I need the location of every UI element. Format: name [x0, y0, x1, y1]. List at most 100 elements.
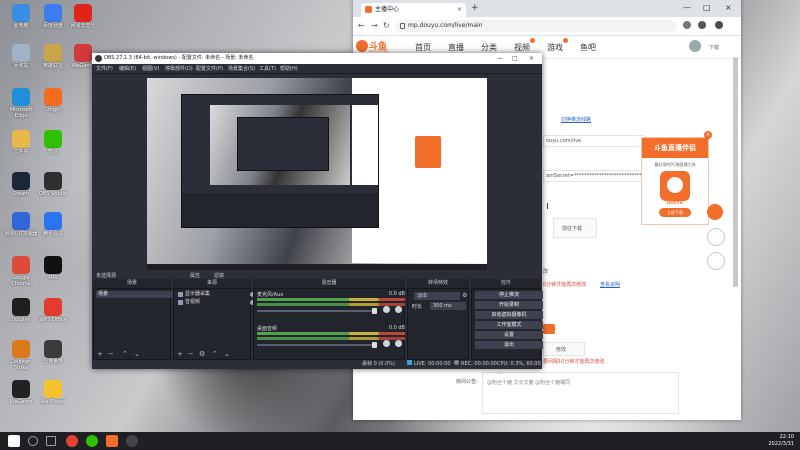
gear-icon[interactable] [395, 340, 402, 347]
obs-minimize-icon[interactable]: — [497, 53, 503, 64]
exit-button[interactable]: 退出 [475, 341, 543, 349]
start-taskbar-icon[interactable] [8, 435, 20, 447]
desktop-icon[interactable]: Origin [36, 88, 70, 113]
wechat-taskbar-icon[interactable] [86, 435, 98, 447]
obs-maximize-icon[interactable]: □ [512, 53, 518, 64]
browser-tab[interactable]: 主播中心 × [361, 3, 466, 17]
menu-tools[interactable]: 工具(T) [259, 65, 276, 72]
studio-mode-button[interactable]: 工作室模式 [475, 321, 543, 329]
obs-close-icon[interactable]: × [529, 53, 534, 64]
menu-docks[interactable]: 停靠部件(D) [165, 65, 193, 72]
nav-game[interactable]: 游戏 [547, 38, 568, 53]
reload-icon[interactable]: ↻ [383, 21, 390, 30]
start-recording-button[interactable]: 开始录制 [475, 301, 543, 309]
speaker-icon[interactable] [383, 306, 390, 313]
back-icon[interactable]: ← [358, 21, 365, 30]
desktop-icon[interactable]: Microsoft Edge [4, 88, 38, 119]
close-window-icon[interactable]: × [725, 3, 732, 12]
side-home-icon[interactable] [707, 228, 725, 246]
goto-download-button[interactable]: 前往下载 [553, 218, 597, 238]
profile-icon[interactable] [698, 21, 706, 29]
notice-help-link[interactable]: 查看说明 [600, 281, 620, 288]
desktop-icon[interactable]: 文件夹 [4, 130, 38, 155]
new-tab-button[interactable]: + [471, 3, 479, 13]
address-bar[interactable]: mp.douyu.com/live/main [396, 20, 676, 32]
source-item-display[interactable]: 显示器采集 [176, 291, 255, 298]
volume-slider[interactable] [257, 308, 377, 314]
promo-download-button[interactable]: 立即下载 [659, 208, 691, 217]
tab-close-icon[interactable]: × [457, 3, 462, 17]
desktop-icon[interactable]: 百度网盘 [36, 4, 70, 29]
stop-stream-button[interactable]: 停止推流 [475, 291, 543, 299]
forward-icon[interactable]: → [371, 21, 378, 30]
desktop-icon[interactable]: 英雄联盟 [36, 44, 70, 69]
promo-close-icon[interactable]: × [704, 131, 712, 139]
desktop-icon[interactable]: 回收站 [4, 44, 38, 69]
nav-live[interactable]: 直播 [448, 42, 464, 53]
desktop-icon[interactable]: OBS Studio [36, 172, 70, 197]
desktop-icon[interactable]: WeGame [4, 380, 38, 405]
side-scan-icon[interactable] [707, 252, 725, 270]
volume-knob[interactable] [372, 308, 377, 314]
nav-video[interactable]: 视频 [514, 38, 535, 53]
desktop-icon[interactable]: Google Chrome [4, 256, 38, 287]
desktop-icon[interactable]: 坦克世界 [36, 340, 70, 365]
nav-yuba[interactable]: 鱼吧 [580, 42, 596, 53]
avatar[interactable] [689, 40, 701, 52]
taskview-taskbar-icon[interactable] [46, 436, 56, 446]
desktop-icon[interactable]: 此电脑 [4, 4, 38, 29]
gear-icon[interactable] [395, 306, 402, 313]
maximize-icon[interactable]: □ [703, 3, 711, 12]
switch-line-link[interactable]: 切换推流线路 [561, 116, 591, 123]
minimize-icon[interactable]: — [683, 3, 691, 12]
nav-category[interactable]: 分类 [481, 42, 497, 53]
move-down-icon[interactable]: ⌄ [224, 350, 230, 359]
desktop-icon[interactable]: Steam [4, 172, 38, 197]
menu-help[interactable]: 帮助(H) [280, 65, 298, 72]
source-settings-icon[interactable]: ⚙ [199, 350, 205, 359]
rtmp-url-field[interactable]: ouyu.com/live [543, 135, 645, 147]
move-up-icon[interactable]: ⌃ [212, 350, 218, 359]
obs-preview[interactable] [147, 78, 487, 270]
obs-taskbar-icon[interactable] [126, 435, 138, 447]
virtual-camera-button[interactable]: 启动虚拟摄像机 [475, 311, 543, 319]
menu-view[interactable]: 视图(V) [142, 65, 159, 72]
nav-home[interactable]: 首页 [415, 42, 431, 53]
desktop-icon[interactable]: Counter-Strike [4, 340, 38, 371]
speaker-icon[interactable] [383, 340, 390, 347]
menu-edit[interactable]: 编辑(E) [119, 65, 136, 72]
desktop-icon[interactable]: MW [36, 256, 70, 281]
announce-textarea[interactable]: @粉丝个鹿 艾长文鹿 @粉丝个鹿嘴同 [482, 372, 679, 414]
taskbar-clock[interactable]: 22:10 2022/3/31 [768, 434, 794, 448]
download-link[interactable]: 下载 [709, 44, 719, 51]
desktop-icon[interactable]: Dolphin [4, 298, 38, 323]
desktop-icon[interactable]: 微信 [36, 130, 70, 155]
menu-profile[interactable]: 配置文件(P) [196, 65, 223, 72]
menu-file[interactable]: 文件(F) [96, 65, 113, 72]
duration-field[interactable]: 300 ms [430, 302, 466, 310]
volume-slider[interactable] [257, 342, 377, 348]
transition-select[interactable]: 淡出 [414, 292, 460, 300]
menu-icon[interactable] [715, 21, 723, 29]
browser-scrollbar[interactable] [733, 57, 738, 287]
remove-source-icon[interactable]: − [188, 350, 194, 359]
add-source-icon[interactable]: + [177, 350, 183, 359]
move-up-icon[interactable]: ⌃ [122, 350, 128, 359]
source-item-media[interactable]: 音视频 [176, 299, 255, 306]
chrome-taskbar-icon[interactable] [66, 435, 78, 447]
desktop-icon[interactable]: 网易UU加速器 [4, 212, 38, 237]
settings-button[interactable]: 设置 [475, 331, 543, 339]
desktop-icon[interactable]: WallPaper [36, 380, 70, 405]
desktop-icon[interactable]: 腾讯会议 [36, 212, 70, 237]
move-down-icon[interactable]: ⌄ [134, 350, 140, 359]
remove-scene-icon[interactable]: − [108, 350, 114, 359]
transition-settings-icon[interactable]: ⚙ [462, 292, 467, 299]
volume-knob[interactable] [372, 342, 377, 348]
desktop-icon[interactable]: 网易云音乐 [66, 4, 100, 29]
add-scene-icon[interactable]: + [97, 350, 103, 359]
side-play-icon[interactable] [707, 204, 723, 220]
menu-scene-collection[interactable]: 场景集合(S) [228, 65, 255, 72]
modify-button[interactable]: 修改 [543, 342, 585, 356]
extension-icon[interactable] [683, 21, 691, 29]
douyu-taskbar-icon[interactable] [106, 435, 118, 447]
